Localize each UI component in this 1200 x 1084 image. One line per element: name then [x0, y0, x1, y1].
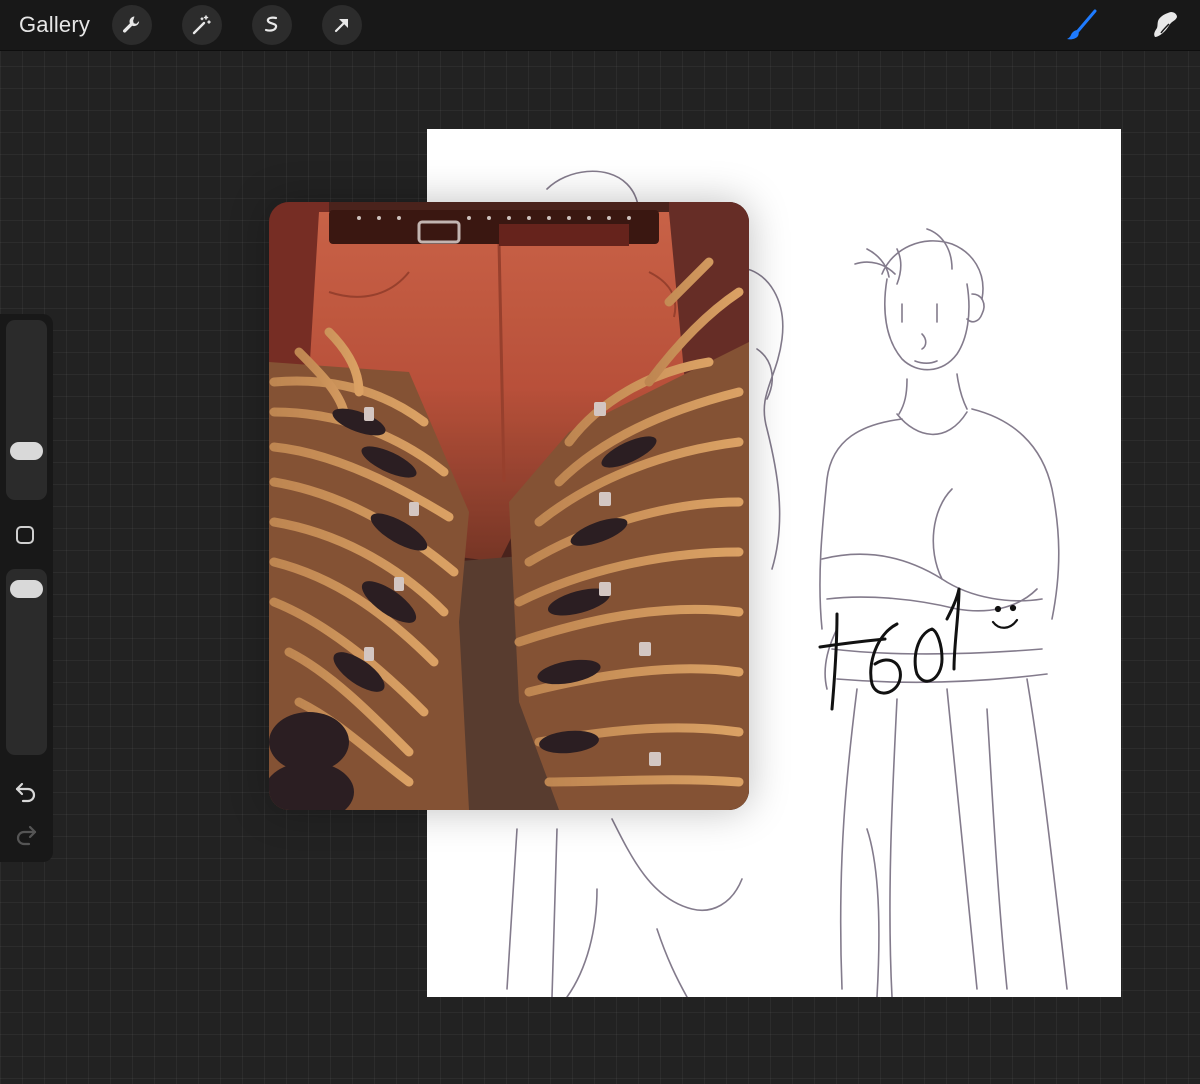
actions-wrench-button[interactable]: [112, 5, 152, 45]
brush-size-thumb[interactable]: [10, 442, 43, 460]
brush-icon: [1067, 9, 1097, 40]
magic-wand-icon: [192, 15, 211, 35]
opacity-thumb[interactable]: [10, 580, 43, 598]
smudge-tool-button[interactable]: [1145, 5, 1185, 45]
modify-square-icon[interactable]: [16, 526, 34, 544]
transform-arrow-icon: [334, 18, 349, 33]
reference-photo: [269, 202, 749, 810]
gallery-button[interactable]: Gallery: [19, 12, 90, 38]
brush-size-slider[interactable]: [6, 320, 47, 500]
transform-button[interactable]: [322, 5, 362, 45]
selection-button[interactable]: [252, 5, 292, 45]
selection-icon: [264, 16, 278, 32]
opacity-slider[interactable]: [6, 569, 47, 755]
left-sidebar: [0, 314, 53, 862]
smudge-icon: [1154, 12, 1177, 37]
smiley-doodle: [991, 604, 1019, 629]
undo-icon[interactable]: [13, 778, 39, 804]
brush-tool-button[interactable]: [1062, 5, 1102, 45]
wrench-icon: [123, 16, 140, 33]
adjustments-button[interactable]: [182, 5, 222, 45]
redo-icon[interactable]: [13, 821, 39, 847]
top-toolbar: Gallery: [0, 0, 1200, 51]
reference-photo-window[interactable]: [269, 202, 749, 810]
